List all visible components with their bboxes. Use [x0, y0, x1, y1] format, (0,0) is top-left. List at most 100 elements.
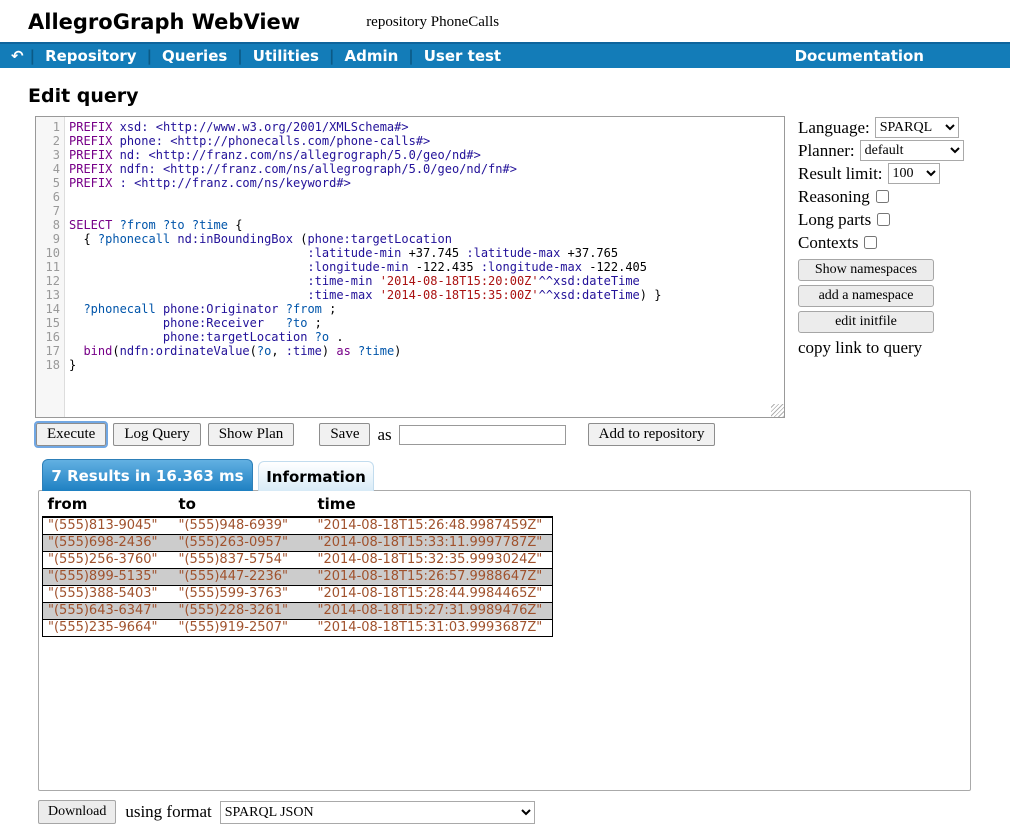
- editor-code[interactable]: PREFIX xsd: <http://www.w3.org/2001/XMLS…: [65, 117, 784, 417]
- line-number: 3: [36, 148, 60, 162]
- nav-separator: |: [29, 47, 36, 65]
- using-format-label: using format: [125, 802, 211, 822]
- results-tabs: 7 Results in 16.363 ms Information: [42, 459, 1010, 491]
- code-line[interactable]: PREFIX phone: <http://phonecalls.com/pho…: [69, 134, 784, 148]
- result-cell: "(555)919-2507": [174, 620, 313, 637]
- column-header-time[interactable]: time: [313, 493, 553, 517]
- result-row[interactable]: "(555)235-9664""(555)919-2507""2014-08-1…: [43, 620, 553, 637]
- result-cell: "(555)899-5135": [43, 569, 174, 586]
- results-table: fromtotime "(555)813-9045""(555)948-6939…: [42, 493, 553, 637]
- line-number: 13: [36, 288, 60, 302]
- result-cell: "(555)599-3763": [174, 586, 313, 603]
- line-number: 10: [36, 246, 60, 260]
- save-name-input[interactable]: [399, 425, 566, 445]
- language-select[interactable]: SPARQL: [875, 117, 959, 138]
- contexts-checkbox[interactable]: [864, 236, 877, 249]
- code-line[interactable]: PREFIX : <http://franz.com/ns/keyword#>: [69, 176, 784, 190]
- column-header-to[interactable]: to: [174, 493, 313, 517]
- query-options-panel: Language: SPARQL Planner: default Result…: [798, 116, 968, 418]
- line-number: 18: [36, 358, 60, 372]
- result-cell: "2014-08-18T15:26:57.9988647Z": [313, 569, 553, 586]
- code-line[interactable]: }: [69, 358, 784, 372]
- code-line[interactable]: ?phonecall phone:Originator ?from ;: [69, 302, 784, 316]
- execute-button[interactable]: Execute: [36, 423, 106, 446]
- code-line[interactable]: PREFIX xsd: <http://www.w3.org/2001/XMLS…: [69, 120, 784, 134]
- code-line[interactable]: SELECT ?from ?to ?time {: [69, 218, 784, 232]
- format-select[interactable]: SPARQL JSON: [220, 801, 535, 824]
- code-line[interactable]: :time-min '2014-08-18T15:20:00Z'^^xsd:da…: [69, 274, 784, 288]
- code-line[interactable]: bind(ndfn:ordinateValue(?o, :time) as ?t…: [69, 344, 784, 358]
- code-line[interactable]: PREFIX nd: <http://franz.com/ns/allegrog…: [69, 148, 784, 162]
- nav-item-utilities[interactable]: Utilities: [244, 47, 328, 65]
- planner-select[interactable]: default: [860, 140, 964, 161]
- nav-item-admin[interactable]: Admin: [335, 47, 407, 65]
- nav-separator: |: [236, 47, 243, 65]
- download-row: Download using format SPARQL JSON: [38, 800, 1010, 824]
- reasoning-label: Reasoning: [798, 187, 870, 207]
- line-number: 9: [36, 232, 60, 246]
- result-cell: "(555)837-5754": [174, 552, 313, 569]
- line-number: 15: [36, 316, 60, 330]
- query-editor[interactable]: 123456789101112131415161718 PREFIX xsd: …: [35, 116, 785, 418]
- column-header-from[interactable]: from: [43, 493, 174, 517]
- log-query-button[interactable]: Log Query: [113, 423, 200, 446]
- tab-results[interactable]: 7 Results in 16.363 ms: [42, 459, 253, 491]
- nav-separator: |: [146, 47, 153, 65]
- nav-separator: |: [407, 47, 414, 65]
- result-cell: "(555)388-5403": [43, 586, 174, 603]
- result-cell: "2014-08-18T15:26:48.9987459Z": [313, 517, 553, 535]
- result-cell: "(555)235-9664": [43, 620, 174, 637]
- edit-initfile-button[interactable]: edit initfile: [798, 311, 934, 333]
- result-cell: "2014-08-18T15:31:03.9993687Z": [313, 620, 553, 637]
- code-line[interactable]: :longitude-min -122.435 :longitude-max -…: [69, 260, 784, 274]
- nav-item-queries[interactable]: Queries: [153, 47, 236, 65]
- save-button[interactable]: Save: [319, 423, 370, 446]
- result-row[interactable]: "(555)698-2436""(555)263-0957""2014-08-1…: [43, 535, 553, 552]
- reasoning-checkbox[interactable]: [876, 190, 889, 203]
- nav-items: |Repository|Queries|Utilities|Admin|User…: [29, 47, 511, 65]
- result-row[interactable]: "(555)899-5135""(555)447-2236""2014-08-1…: [43, 569, 553, 586]
- page-title: Edit query: [28, 85, 1010, 107]
- result-row[interactable]: "(555)643-6347""(555)228-3261""2014-08-1…: [43, 603, 553, 620]
- code-line[interactable]: phone:Receiver ?to ;: [69, 316, 784, 330]
- code-line[interactable]: [69, 190, 784, 204]
- code-line[interactable]: phone:targetLocation ?o .: [69, 330, 784, 344]
- result-cell: "2014-08-18T15:32:35.9993024Z": [313, 552, 553, 569]
- resize-grip[interactable]: [771, 404, 784, 417]
- line-number: 17: [36, 344, 60, 358]
- back-arrow-icon[interactable]: ↶: [6, 47, 29, 65]
- app-header: AllegroGraph WebView repository PhoneCal…: [0, 0, 1010, 42]
- long-parts-label: Long parts: [798, 210, 871, 230]
- code-line[interactable]: { ?phonecall nd:inBoundingBox (phone:tar…: [69, 232, 784, 246]
- long-parts-checkbox[interactable]: [877, 213, 890, 226]
- show-namespaces-button[interactable]: Show namespaces: [798, 259, 934, 281]
- result-row[interactable]: "(555)256-3760""(555)837-5754""2014-08-1…: [43, 552, 553, 569]
- editor-gutter: 123456789101112131415161718: [36, 117, 65, 417]
- results-header-row: fromtotime: [43, 493, 553, 517]
- result-limit-select[interactable]: 100: [888, 163, 940, 184]
- result-row[interactable]: "(555)388-5403""(555)599-3763""2014-08-1…: [43, 586, 553, 603]
- nav-item-repository[interactable]: Repository: [36, 47, 146, 65]
- language-label: Language:: [798, 118, 870, 138]
- code-line[interactable]: [69, 204, 784, 218]
- line-number: 14: [36, 302, 60, 316]
- code-line[interactable]: PREFIX ndfn: <http://franz.com/ns/allegr…: [69, 162, 784, 176]
- line-number: 1: [36, 120, 60, 134]
- code-line[interactable]: :latitude-min +37.745 :latitude-max +37.…: [69, 246, 784, 260]
- result-row[interactable]: "(555)813-9045""(555)948-6939""2014-08-1…: [43, 517, 553, 535]
- add-a-namespace-button[interactable]: add a namespace: [798, 285, 934, 307]
- code-line[interactable]: :time-max '2014-08-18T15:35:00Z'^^xsd:da…: [69, 288, 784, 302]
- copy-link-to-query[interactable]: copy link to query: [798, 338, 968, 358]
- nav-item-documentation[interactable]: Documentation: [795, 47, 924, 65]
- result-cell: "(555)228-3261": [174, 603, 313, 620]
- query-actions: Execute Log Query Show Plan Save as Add …: [36, 423, 1010, 446]
- nav-item-user-test[interactable]: User test: [415, 47, 510, 65]
- namespace-buttons: Show namespaces add a namespace edit initf…: [798, 259, 968, 333]
- download-button[interactable]: Download: [38, 800, 116, 824]
- result-cell: "2014-08-18T15:33:11.9997787Z": [313, 535, 553, 552]
- tab-information[interactable]: Information: [258, 461, 374, 491]
- add-to-repository-button[interactable]: Add to repository: [588, 423, 716, 446]
- result-cell: "(555)263-0957": [174, 535, 313, 552]
- result-cell: "(555)948-6939": [174, 517, 313, 535]
- show-plan-button[interactable]: Show Plan: [208, 423, 295, 446]
